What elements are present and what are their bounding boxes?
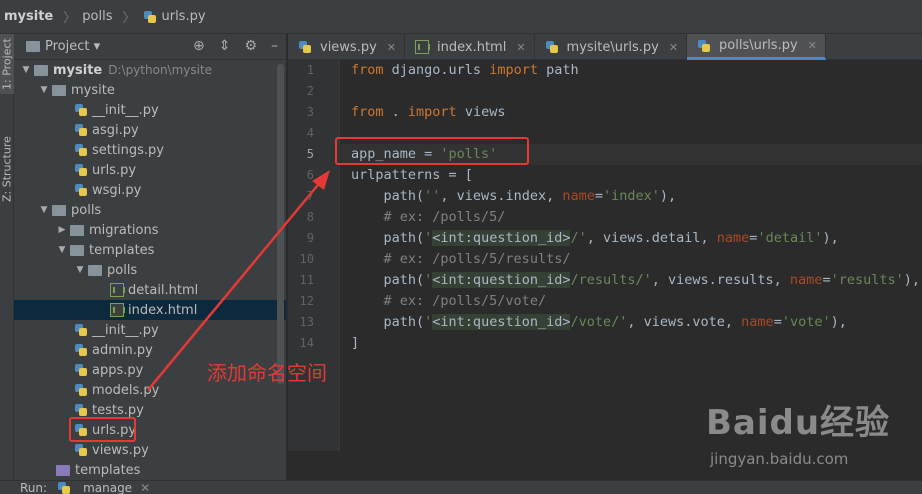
arrow-line <box>147 179 323 391</box>
run-bar: Run: manage ✕ <box>0 480 922 494</box>
run-target[interactable]: manage <box>83 481 132 494</box>
watermark: Baidu经验 jingyan.baidu.com <box>706 395 890 468</box>
run-label: Run: <box>20 480 48 494</box>
ide-window: mysite 〉 polls 〉 urls.py 1: Project Z: S… <box>0 0 922 494</box>
watermark-url: jingyan.baidu.com <box>710 450 849 468</box>
watermark-brand: Baidu经验 <box>706 403 891 443</box>
close-icon[interactable]: ✕ <box>140 481 150 494</box>
python-run-icon <box>57 481 71 494</box>
